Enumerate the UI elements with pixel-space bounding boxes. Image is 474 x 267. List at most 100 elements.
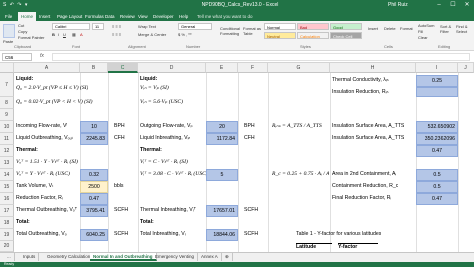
- insulation-ratio-value[interactable]: 0.47: [416, 145, 458, 157]
- column-header-d[interactable]: D: [138, 63, 206, 73]
- tell-me-search[interactable]: Tell me what you want to do: [194, 12, 256, 21]
- final-reduction-value[interactable]: 0.47: [416, 193, 458, 205]
- row-header-15[interactable]: 15: [0, 181, 14, 193]
- worksheet-grid[interactable]: A B C D E F G H I J 7 8 9 10 11 12 13 14…: [0, 63, 474, 252]
- font-color-icon[interactable]: A: [80, 32, 83, 37]
- column-header-b[interactable]: B: [80, 63, 108, 73]
- style-neutral[interactable]: Neutral: [264, 32, 296, 39]
- column-header-j[interactable]: J: [458, 63, 474, 73]
- c-factor-value[interactable]: 5: [206, 169, 238, 181]
- row-header-18[interactable]: 18: [0, 217, 14, 229]
- tab-page-layout[interactable]: Page Layout: [54, 12, 85, 21]
- borders-icon[interactable]: ▦: [72, 32, 76, 37]
- font-name-select[interactable]: Calibri: [52, 23, 90, 30]
- number-format-icons[interactable]: $ % , ⁰⁰: [178, 32, 191, 37]
- row-header-19[interactable]: 19: [0, 229, 14, 241]
- autosum-button[interactable]: AutoSum: [418, 23, 434, 28]
- thermal-inbreathing-value[interactable]: 17657.01: [206, 205, 238, 217]
- sort-filter-button[interactable]: Sort & Filter: [440, 24, 456, 34]
- select-all-corner[interactable]: [0, 63, 14, 73]
- minimize-icon[interactable]: –: [432, 1, 446, 10]
- column-header-a[interactable]: A: [14, 63, 80, 73]
- paste-icon[interactable]: [3, 24, 15, 38]
- wrap-text-button[interactable]: Wrap Text: [138, 24, 156, 29]
- row-header-11[interactable]: 11: [0, 133, 14, 145]
- surface-area-2-value[interactable]: 350.2362096: [416, 133, 458, 145]
- style-bad[interactable]: Bad: [297, 23, 329, 30]
- tab-file[interactable]: File: [2, 12, 15, 21]
- quick-access-toolbar[interactable]: S ↶ ↷ ▾: [3, 2, 28, 8]
- tank-volume-value[interactable]: 2500: [80, 181, 108, 193]
- thermal-conductivity-value[interactable]: 0.25: [416, 75, 458, 87]
- y-factor-value[interactable]: 0.32: [80, 169, 108, 181]
- add-sheet-icon[interactable]: ⊕: [222, 253, 233, 261]
- style-calculation[interactable]: Calculation: [297, 32, 329, 39]
- find-select-button[interactable]: Find & Select: [456, 24, 472, 34]
- sheet-scroll-left[interactable]: ...: [4, 253, 15, 261]
- sheet-tab-annex-a[interactable]: Annex A: [198, 253, 222, 261]
- delete-cells-button[interactable]: Delete: [384, 26, 396, 31]
- row-header-14[interactable]: 14: [0, 169, 14, 181]
- tab-home[interactable]: Home: [18, 12, 37, 21]
- tab-view[interactable]: View: [135, 12, 151, 21]
- row-header-8[interactable]: 8: [0, 97, 14, 109]
- underline-button[interactable]: U: [63, 32, 66, 37]
- sheet-tab-normal-in-and-outbreathing[interactable]: Normal In and Outbreathing: [90, 253, 157, 261]
- row-header-20[interactable]: 20: [0, 241, 14, 252]
- column-header-f[interactable]: F: [238, 63, 268, 73]
- tab-help[interactable]: Help: [176, 12, 191, 21]
- row-header-7[interactable]: 7: [0, 73, 14, 97]
- font-size-select[interactable]: 11: [92, 23, 104, 30]
- style-good[interactable]: Good: [330, 23, 362, 30]
- column-header-h[interactable]: H: [330, 63, 416, 73]
- column-header-g[interactable]: G: [268, 63, 330, 73]
- insert-cells-button[interactable]: Insert: [368, 26, 378, 31]
- sheet-tab-geometry-calculation[interactable]: Geometry Calculation: [44, 253, 95, 261]
- containment-reduction-value[interactable]: 0.5: [416, 181, 458, 193]
- row-header-12[interactable]: 12: [0, 145, 14, 157]
- insulation-reduction-value[interactable]: [416, 87, 458, 97]
- column-header-c[interactable]: C: [108, 63, 138, 73]
- tab-insert[interactable]: Insert: [36, 12, 53, 21]
- liquid-outbreathing-value[interactable]: 2245.83: [80, 133, 108, 145]
- liquid-inbreathing-value[interactable]: 1172.84: [206, 133, 238, 145]
- close-icon[interactable]: ✕: [460, 1, 474, 10]
- tab-data[interactable]: Data: [102, 12, 118, 21]
- row-header-10[interactable]: 10: [0, 121, 14, 133]
- incoming-flow-value[interactable]: 10: [80, 121, 108, 133]
- formula-input[interactable]: [52, 53, 470, 61]
- row-header-16[interactable]: 16: [0, 193, 14, 205]
- merge-center-button[interactable]: Merge & Center: [138, 32, 166, 37]
- fx-icon[interactable]: fx: [40, 53, 44, 59]
- outgoing-flow-value[interactable]: 20: [206, 121, 238, 133]
- style-normal[interactable]: Normal: [264, 23, 296, 30]
- copy-button[interactable]: Copy: [18, 29, 27, 34]
- format-cells-button[interactable]: Format: [400, 26, 413, 31]
- align-top-icon[interactable]: ≡ ≡ ≡: [112, 24, 121, 29]
- sheet-tab-inputs[interactable]: Inputs: [20, 253, 40, 261]
- conditional-formatting-button[interactable]: Conditional Formatting: [220, 26, 242, 36]
- format-painter-button[interactable]: Format Painter: [18, 35, 44, 40]
- sheet-tab-emergency-venting[interactable]: Emergency Venting: [152, 253, 199, 261]
- compartment-area-value[interactable]: 0.5: [416, 169, 458, 181]
- surface-area-value[interactable]: 532.650902: [416, 121, 458, 133]
- total-outbreathing-value[interactable]: 6040.25: [80, 229, 108, 241]
- user-name[interactable]: Phil Ruiz: [388, 2, 408, 8]
- format-as-table-button[interactable]: Format as Table: [243, 26, 263, 36]
- paste-button[interactable]: Paste: [3, 39, 13, 44]
- clear-button[interactable]: Clear: [418, 35, 428, 40]
- tab-developer[interactable]: Developer: [150, 12, 177, 21]
- name-box[interactable]: C56: [2, 53, 32, 61]
- number-format-select[interactable]: General: [178, 23, 212, 30]
- italic-button[interactable]: I: [58, 32, 59, 37]
- style-check-cell[interactable]: Check Cell: [330, 32, 362, 39]
- column-header-e[interactable]: E: [206, 63, 238, 73]
- row-header-13[interactable]: 13: [0, 157, 14, 169]
- fill-button[interactable]: Fill: [418, 29, 423, 34]
- row-header-17[interactable]: 17: [0, 205, 14, 217]
- cut-button[interactable]: Cut: [18, 23, 24, 28]
- align-left-icon[interactable]: ≡ ≡ ≡: [112, 32, 121, 37]
- column-header-i[interactable]: I: [416, 63, 458, 73]
- thermal-outbreathing-value[interactable]: 3795.41: [80, 205, 108, 217]
- total-inbreathing-value[interactable]: 18844.06: [206, 229, 238, 241]
